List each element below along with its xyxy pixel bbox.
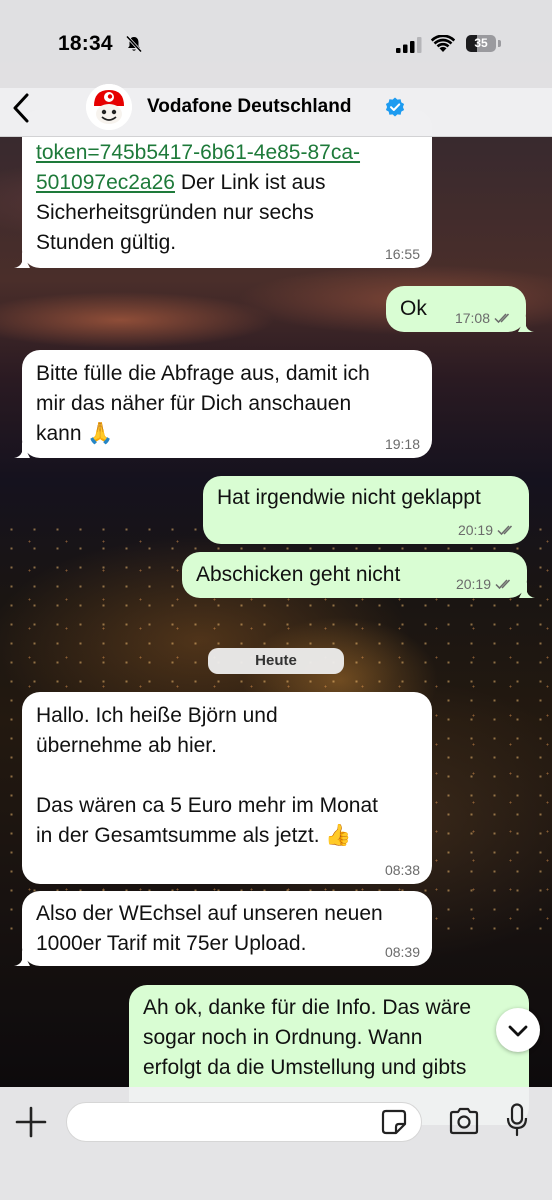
silent-bell-icon <box>125 35 143 53</box>
vodafone-mascot-icon <box>86 84 132 130</box>
message-input[interactable] <box>66 1102 422 1142</box>
message-bubble-incoming[interactable]: Hallo. Ich heiße Björn und übernehme ab … <box>22 692 432 884</box>
microphone-icon[interactable] <box>506 1103 528 1137</box>
message-time: 17:08 <box>455 310 514 326</box>
chevron-down-icon <box>508 1025 528 1037</box>
camera-icon[interactable] <box>448 1107 480 1135</box>
contact-avatar[interactable] <box>86 84 132 130</box>
message-text: token=745b5417-6b61-4e85-87ca- 501097ec2… <box>36 141 361 254</box>
read-checkmarks-icon <box>497 525 513 536</box>
message-bubble-outgoing[interactable]: Hat irgendwie nicht geklappt 20:19 <box>203 476 529 544</box>
header-overlay: Vodafone Deutschland <box>0 84 552 137</box>
contact-name[interactable]: Vodafone Deutschland <box>147 96 351 118</box>
message-text: Ah ok, danke für die Info. Das wäre soga… <box>143 996 472 1079</box>
message-bubble-outgoing[interactable]: Ok 17:08 <box>386 286 534 332</box>
message-text: Bitte fülle die Abfrage aus, damit ich m… <box>36 362 370 445</box>
wifi-icon <box>431 35 455 52</box>
status-bar: 18:34 35 <box>0 0 552 88</box>
message-bubble-outgoing[interactable]: Abschicken geht nicht 20:19 <box>182 552 535 598</box>
message-bubble-incoming[interactable]: Also der WEchsel auf unseren neuen 1000e… <box>14 891 432 966</box>
message-time: 16:55 <box>384 246 420 262</box>
message-text: Hat irgendwie nicht geklappt <box>217 486 481 509</box>
back-chevron-icon[interactable] <box>10 90 34 126</box>
battery-indicator: 35 <box>466 35 502 53</box>
message-text: Hallo. Ich heiße Björn und übernehme ab … <box>36 704 378 847</box>
cellular-signal-icon <box>396 37 422 53</box>
read-checkmarks-icon <box>495 579 511 590</box>
battery-percent: 35 <box>474 36 488 50</box>
scroll-to-bottom-button[interactable] <box>496 1008 540 1052</box>
message-bubble-incoming[interactable]: Bitte fülle die Abfrage aus, damit ich m… <box>14 350 432 458</box>
date-separator: Heute <box>208 648 344 674</box>
message-time: 20:19 <box>456 576 515 592</box>
read-checkmarks-icon <box>494 313 510 324</box>
message-text: Also der WEchsel auf unseren neuen 1000e… <box>36 902 383 955</box>
verified-badge-icon <box>385 97 405 117</box>
message-time: 20:19 <box>458 522 517 538</box>
composer-bar <box>0 1087 552 1200</box>
plus-icon[interactable] <box>14 1105 48 1139</box>
status-time: 18:34 <box>58 32 113 55</box>
message-time: 08:39 <box>384 944 420 960</box>
sticker-icon[interactable] <box>381 1109 407 1135</box>
message-time: 19:18 <box>384 436 420 452</box>
message-time: 08:38 <box>384 862 420 878</box>
